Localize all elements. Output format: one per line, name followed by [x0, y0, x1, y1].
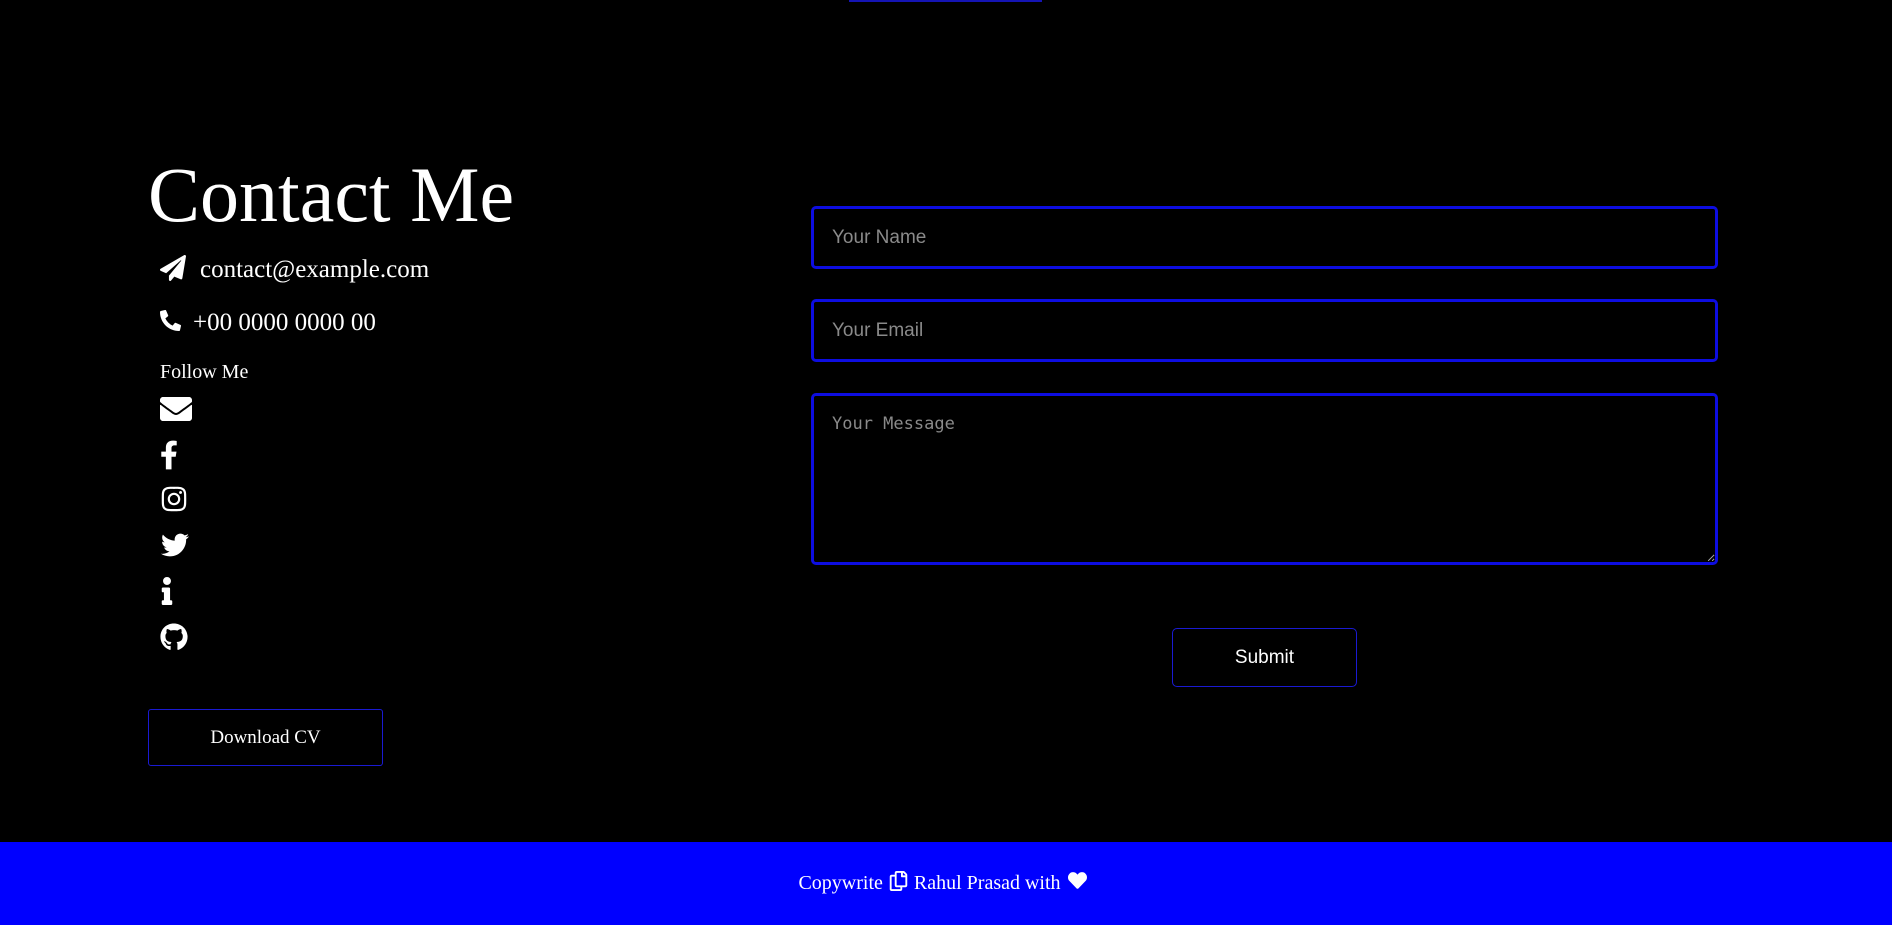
copy-icon	[883, 870, 914, 897]
name-input[interactable]	[811, 206, 1718, 269]
paper-plane-icon	[160, 254, 186, 286]
heart-icon	[1061, 871, 1094, 896]
contact-phone-text: +00 0000 0000 00	[193, 309, 376, 336]
contact-email-text[interactable]: contact@example.com	[200, 256, 429, 284]
email-input[interactable]	[811, 299, 1718, 362]
download-cv-button[interactable]: Download CV	[148, 709, 383, 766]
email-row: contact@example.com	[160, 250, 748, 290]
info-icon[interactable]	[160, 577, 192, 609]
footer-author: Rahul Prasad with	[913, 872, 1061, 894]
footer-prefix: Copywrite	[798, 872, 883, 894]
contact-form	[811, 206, 1718, 565]
submit-button[interactable]: Submit	[1172, 628, 1357, 687]
github-icon[interactable]	[160, 623, 192, 655]
envelope-icon[interactable]	[160, 395, 192, 427]
page-title: Contact Me	[148, 151, 515, 238]
top-accent-line	[849, 0, 1042, 2]
page: Contact Me contact@example.com +00 0000 …	[0, 0, 1892, 925]
contact-info-section: Contact Me contact@example.com +00 0000 …	[148, 150, 748, 669]
phone-icon	[160, 310, 181, 336]
social-links	[160, 395, 748, 655]
facebook-icon[interactable]	[160, 439, 192, 471]
instagram-icon[interactable]	[160, 485, 192, 517]
phone-row: +00 0000 0000 00	[160, 303, 748, 343]
message-textarea[interactable]	[811, 393, 1718, 565]
twitter-icon[interactable]	[160, 531, 192, 563]
footer: Copywrite Rahul Prasad with	[0, 842, 1892, 925]
follow-me-heading: Follow Me	[160, 361, 249, 383]
